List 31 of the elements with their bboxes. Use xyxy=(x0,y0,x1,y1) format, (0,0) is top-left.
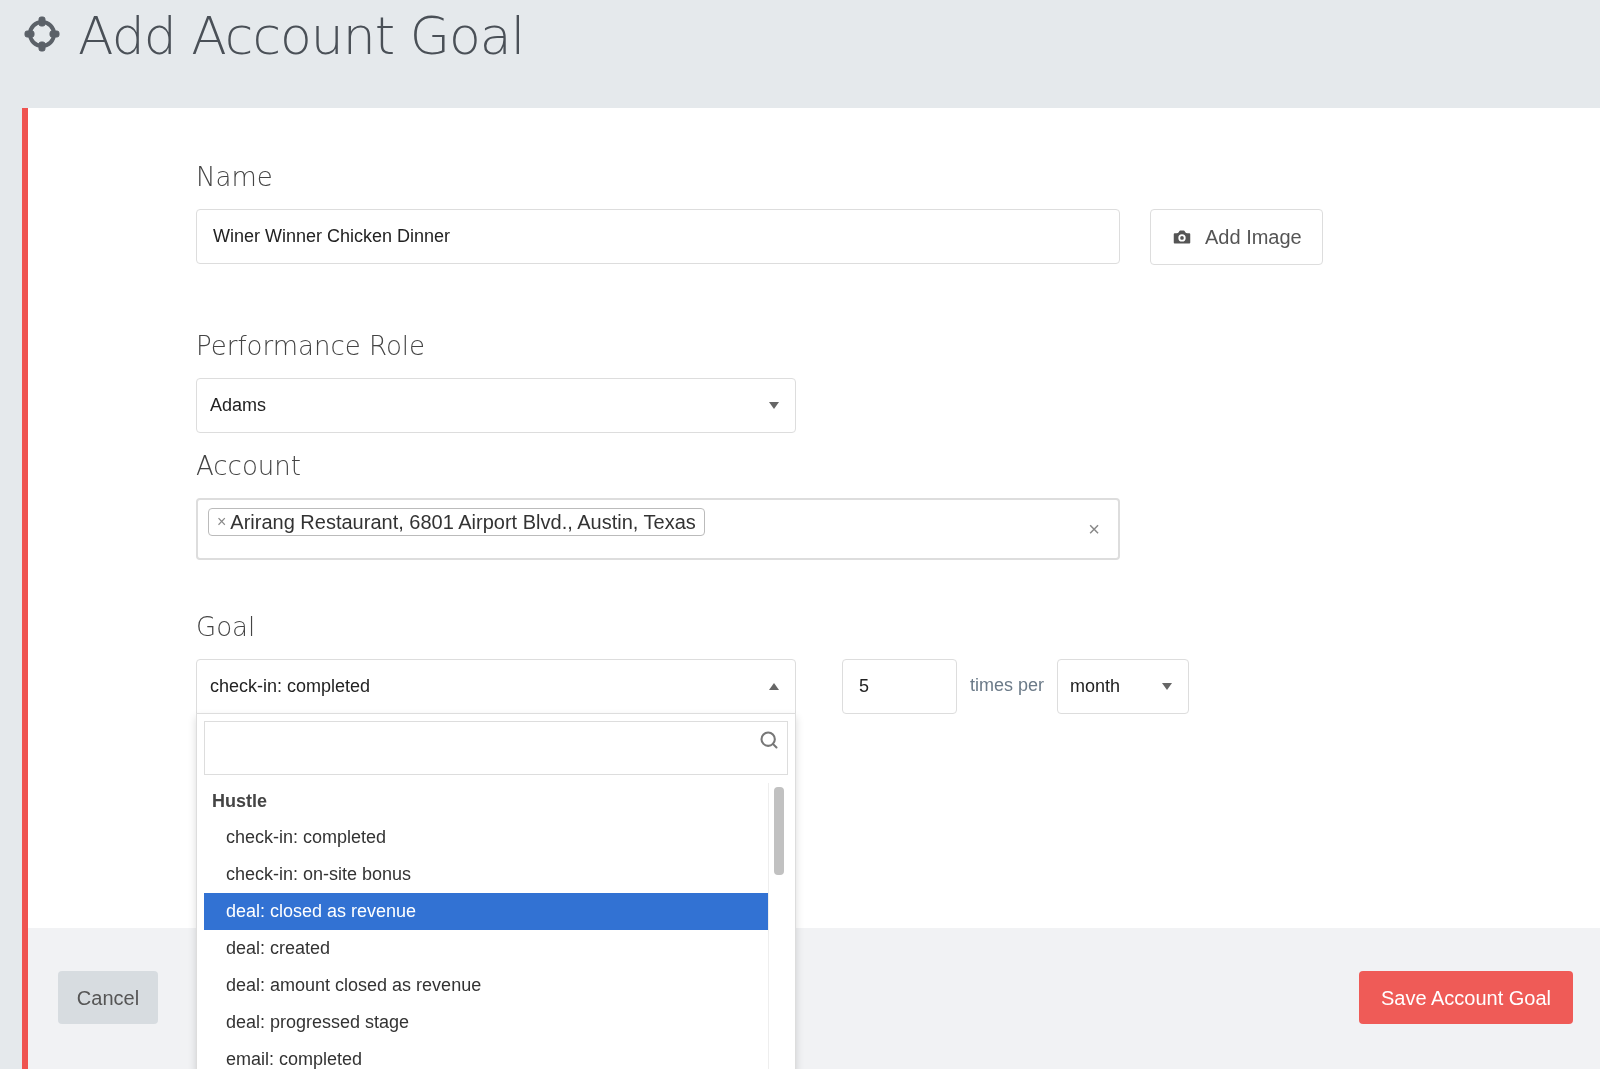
field-label: Name xyxy=(196,161,274,194)
dropdown-search-field[interactable] xyxy=(204,721,788,775)
count-input[interactable]: 5 xyxy=(842,659,957,714)
page-title: Add Account Goal xyxy=(78,8,525,64)
period-select[interactable]: month xyxy=(1057,659,1190,714)
cancel-button[interactable]: Cancel xyxy=(58,971,158,1024)
dropdown-option[interactable]: deal: amount closed as revenue xyxy=(204,967,768,1004)
scrollbar-thumb[interactable] xyxy=(773,787,784,875)
account-select[interactable]: × Arirang Restaurant, 6801 Airport Blvd., Austin, Texas × xyxy=(196,498,1120,560)
dropdown-option[interactable]: check-in: on-site bonus xyxy=(204,856,768,893)
field-label: Performance Role xyxy=(196,330,427,363)
search-icon xyxy=(759,730,779,750)
field-label: Goal xyxy=(196,611,257,644)
dropdown-option[interactable]: check-in: completed xyxy=(204,819,768,856)
caret-icon xyxy=(769,402,779,409)
caret-icon xyxy=(1162,683,1173,690)
add-image-button[interactable]: Add Image xyxy=(1150,209,1323,265)
dropdown-option[interactable]: deal: created xyxy=(204,930,768,967)
field-label: Account xyxy=(196,450,302,483)
group-heading: Hustle xyxy=(211,789,268,813)
name-input[interactable]: Winer Winner Chicken Dinner xyxy=(196,209,1120,264)
times-per-label: times per xyxy=(970,674,1045,697)
dropdown-option[interactable]: deal: closed as revenue xyxy=(204,893,768,930)
clear-icon[interactable]: × xyxy=(1088,514,1100,544)
dropdown-option[interactable]: deal: progressed stage xyxy=(204,1004,768,1041)
caret-icon xyxy=(769,683,779,690)
remove-icon[interactable]: × xyxy=(217,510,227,534)
dropdown-option[interactable]: email: completed xyxy=(204,1041,768,1069)
crosshair-icon xyxy=(22,14,62,54)
account-tag[interactable]: × Arirang Restaurant, 6801 Airport Blvd., Austin, Texas xyxy=(208,508,705,536)
role-select[interactable]: Adams xyxy=(196,378,796,433)
